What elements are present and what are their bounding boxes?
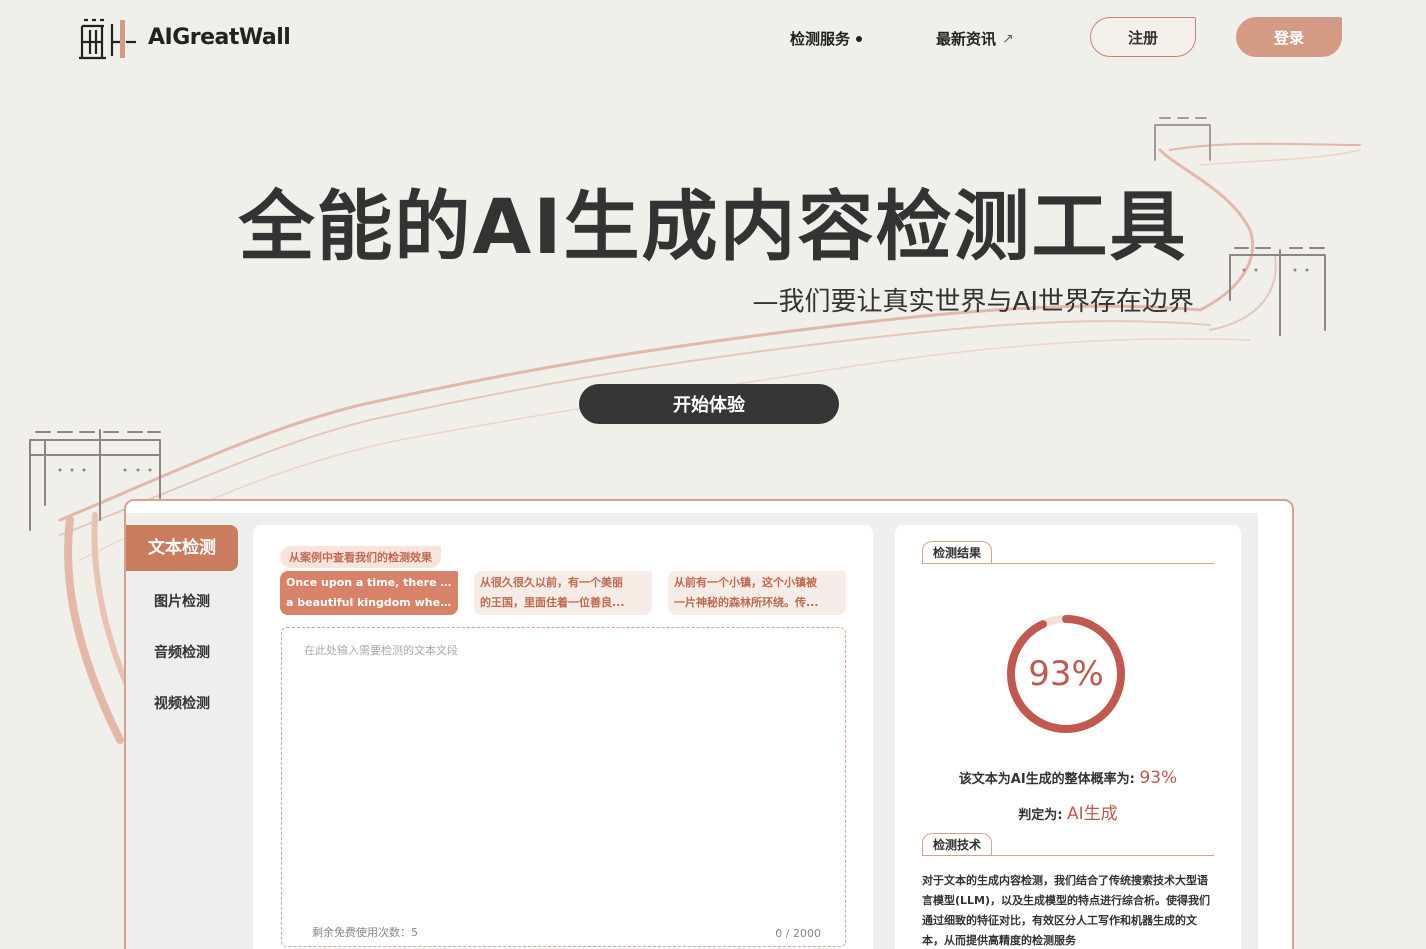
register-button[interactable]: 注册: [1090, 17, 1196, 57]
tech-description: 对于文本的生成内容检测，我们结合了传统搜索技术大型语言模型(LLM)，以及生成模…: [922, 874, 1211, 947]
examples-label: 从案例中查看我们的检测效果: [280, 546, 441, 568]
result-section-title: 检测结果: [922, 541, 993, 563]
example-line: 从很久很久以前，有一个美丽: [480, 576, 623, 589]
example-card-town[interactable]: 从前有一个小镇，这个小镇被 一片神秘的森林所环绕。传...: [668, 571, 846, 615]
probability-label: 该文本为AI生成的整体概率为:: [958, 772, 1135, 787]
nav-detect-service[interactable]: 检测服务: [790, 28, 863, 49]
char-counter: 0 / 2000: [775, 927, 821, 940]
probability-gauge: 93%: [1004, 612, 1128, 736]
example-card-kingdom[interactable]: 从很久很久以前，有一个美丽 的王国，里面住着一位善良...: [474, 571, 652, 615]
tab-image-detection[interactable]: 图片检测: [126, 591, 238, 611]
tab-audio-detection[interactable]: 音频检测: [126, 642, 238, 662]
verdict-label: 判定为:: [1018, 808, 1063, 823]
example-line: Once upon a time, there was: [286, 576, 452, 589]
verdict-line: 判定为: AI生成: [895, 799, 1241, 824]
external-link-icon: ↗: [1002, 30, 1014, 47]
brand-logo[interactable]: AIGreatWall: [76, 12, 291, 62]
verdict-value: AI生成: [1067, 804, 1118, 824]
nav-detect-service-label: 检测服务: [790, 30, 851, 48]
detection-panel: 文本检测 图片检测 音频检测 视频检测 从案例中查看我们的检测效果 Once u…: [124, 499, 1294, 949]
tab-text-detection[interactable]: 文本检测: [126, 525, 238, 571]
result-card: 检测结果 93% 该文本为AI生成的整体概率为: 93% 判定为: AI生成 检…: [895, 525, 1241, 949]
probability-value: 93%: [1139, 768, 1178, 788]
top-nav: AIGreatWall 检测服务 最新资讯 ↗ 注册 登录: [0, 0, 1426, 78]
example-line: 一片神秘的森林所环绕。传...: [674, 596, 819, 609]
brand-name: AIGreatWall: [148, 24, 291, 50]
text-input-area: 剩余免费使用次数：5 0 / 2000: [281, 627, 846, 947]
hero-title: 全能的AI生成内容检测工具: [238, 182, 1188, 271]
gauge-percent: 93%: [1028, 654, 1104, 694]
start-experience-button[interactable]: 开始体验: [579, 384, 839, 424]
panel-body: 文本检测 图片检测 音频检测 视频检测 从案例中查看我们的检测效果 Once u…: [126, 513, 1258, 949]
login-button[interactable]: 登录: [1236, 17, 1342, 57]
tech-section-header: 检测技术: [922, 830, 1214, 856]
example-card-english[interactable]: Once upon a time, there was a beautiful …: [280, 571, 458, 615]
example-line: 的王国，里面住着一位善良...: [480, 596, 625, 609]
probability-line: 该文本为AI生成的整体概率为: 93%: [895, 768, 1241, 788]
nav-news[interactable]: 最新资讯 ↗: [936, 28, 1014, 49]
tech-section-title: 检测技术: [922, 833, 993, 855]
example-line: 从前有一个小镇，这个小镇被: [674, 576, 817, 589]
active-dot-icon: [856, 35, 863, 42]
result-section-header: 检测结果: [922, 538, 1214, 564]
hero-subtitle: —我们要让真实世界与AI世界存在边界: [752, 287, 1194, 317]
example-line: a beautiful kingdom where...: [286, 596, 452, 609]
great-wall-logo-icon: [79, 18, 136, 60]
tab-video-detection[interactable]: 视频检测: [126, 693, 238, 713]
detection-text-input[interactable]: [282, 628, 845, 908]
nav-news-label: 最新资讯: [936, 30, 997, 48]
remaining-uses: 剩余免费使用次数：5: [312, 926, 418, 939]
